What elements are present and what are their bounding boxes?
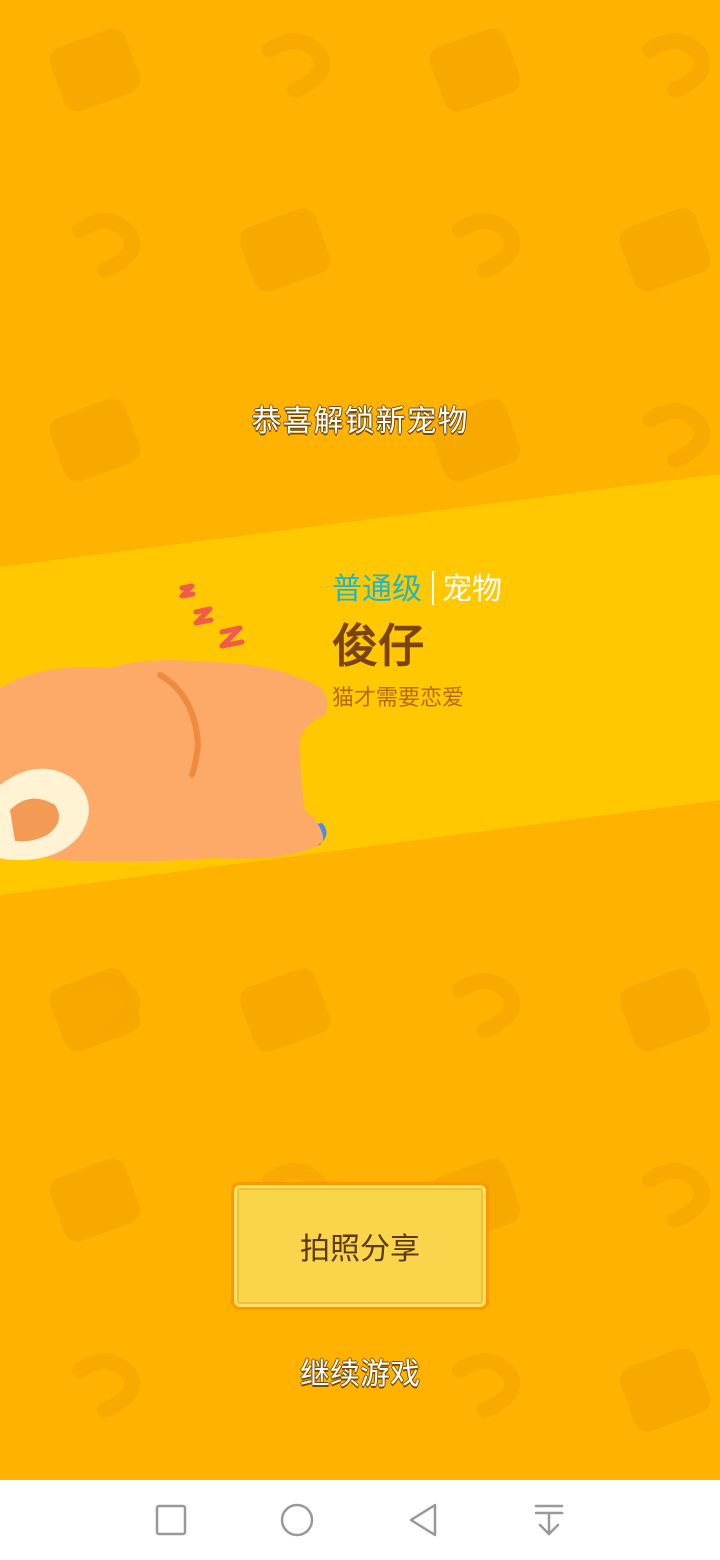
recent-apps-button[interactable] <box>108 1480 234 1560</box>
tier-divider <box>432 571 434 605</box>
unlock-headline: 恭喜解锁新宠物 <box>251 404 469 439</box>
pet-tier: 普通级 <box>332 572 422 607</box>
tier-row: 普通级 宠物 <box>332 570 692 610</box>
pet-info: 普通级 宠物 俊仔 猫才需要恋爱 <box>332 570 692 712</box>
photo-share-label: 拍照分享 <box>300 1232 420 1267</box>
system-nav-bar <box>0 1480 720 1560</box>
circle-icon <box>280 1503 314 1537</box>
zzz-icon <box>179 583 245 649</box>
unlock-pet-screen: 恭喜解锁新宠物 普通级 宠物 俊仔 猫才需要恋爱 拍照分享 继续游戏 <box>0 0 720 1560</box>
home-button[interactable] <box>234 1480 360 1560</box>
photo-share-button[interactable]: 拍照分享 <box>234 1185 486 1307</box>
pet-name: 俊仔 <box>332 619 424 673</box>
continue-game-button[interactable]: 继续游戏 <box>260 1350 460 1400</box>
triangle-back-icon <box>409 1503 437 1537</box>
back-button[interactable] <box>360 1480 486 1560</box>
pull-down-icon <box>534 1504 564 1536</box>
pet-description: 猫才需要恋爱 <box>332 686 465 711</box>
sleeping-pet-illustration <box>0 583 328 862</box>
notifications-pull-button[interactable] <box>486 1480 612 1560</box>
square-icon <box>155 1504 187 1536</box>
pet-kind: 宠物 <box>442 572 502 607</box>
